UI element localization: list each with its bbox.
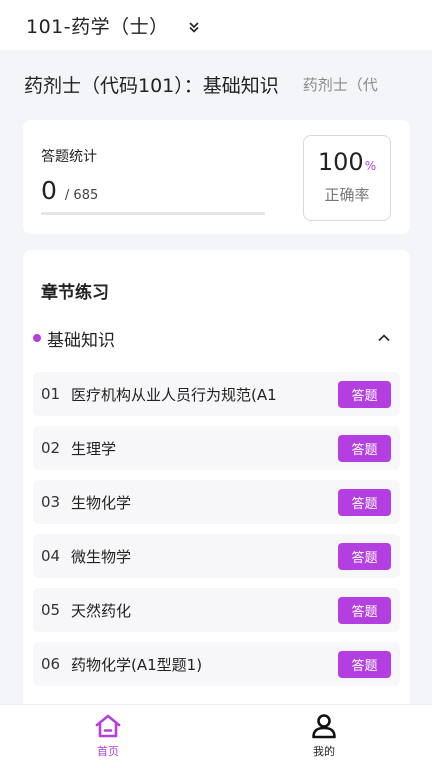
accuracy-value: 100%	[317, 148, 377, 176]
accuracy-unit: %	[364, 159, 377, 173]
answer-count: 0 / 685	[41, 176, 98, 205]
nav-home-label: 首页	[97, 745, 119, 758]
chapter-heading: 章节练习	[41, 283, 109, 303]
top-bar: 101-药学（士）	[0, 0, 432, 50]
nav-tab-mine[interactable]: 我的	[216, 705, 432, 768]
chapter-name: 生物化学	[71, 493, 132, 512]
chapter-name: 医疗机构从业人员行为规范(A1	[71, 385, 277, 404]
chapter-group-header[interactable]: 基础知识	[33, 326, 393, 351]
group-name: 基础知识	[47, 330, 115, 351]
nav-tab-home[interactable]: 首页	[0, 705, 216, 768]
chapter-index: 02	[41, 439, 61, 457]
answer-button[interactable]: 答题	[338, 543, 391, 570]
answer-button[interactable]: 答题	[338, 489, 391, 516]
accuracy-box: 100% 正确率	[303, 135, 391, 221]
chapter-name: 药物化学(A1型题1)	[71, 655, 203, 674]
subject-tab-active[interactable]: 药剂士（代码101）：基础知识	[24, 71, 279, 98]
chapter-index: 03	[41, 493, 61, 511]
chapter-item[interactable]: 01 医疗机构从业人员行为规范(A1 答题	[33, 372, 400, 416]
chapter-name: 生理学	[71, 439, 117, 458]
answered-count: 0	[41, 176, 57, 205]
chapter-index: 05	[41, 601, 61, 619]
total-count: / 685	[64, 188, 99, 203]
chapter-item[interactable]: 06 药物化学(A1型题1) 答题	[33, 642, 400, 686]
chevron-up-icon[interactable]	[377, 331, 391, 345]
group-dot	[33, 334, 41, 342]
double-chevron-down-icon[interactable]	[187, 20, 201, 34]
nav-mine-label: 我的	[313, 745, 335, 758]
chapter-index: 01	[41, 385, 61, 403]
chapter-item[interactable]: 02 生理学 答题	[33, 426, 400, 470]
answer-button[interactable]: 答题	[338, 651, 391, 678]
answer-button[interactable]: 答题	[338, 597, 391, 624]
answer-button[interactable]: 答题	[338, 435, 391, 462]
chapter-item[interactable]: 04 微生物学 答题	[33, 534, 400, 578]
chapter-practice-card: 章节练习 基础知识 01 医疗机构从业人员行为规范(A1 答题 02 生理学 答题 03 生物…	[23, 250, 410, 720]
exam-title[interactable]: 101-药学（士）	[26, 12, 169, 39]
chapter-index: 06	[41, 655, 61, 673]
subject-tabs: 药剂士（代码101）：基础知识 药剂士（代	[0, 50, 432, 118]
stats-label: 答题统计	[41, 149, 97, 165]
stats-card: 答题统计 0 / 685 100% 正确率	[23, 120, 410, 234]
user-icon	[312, 714, 336, 739]
chapter-name: 微生物学	[71, 547, 132, 566]
chapter-name: 天然药化	[71, 601, 132, 620]
accuracy-label: 正确率	[324, 186, 370, 204]
chapter-item[interactable]: 05 天然药化 答题	[33, 588, 400, 632]
bottom-nav: 首页 我的	[0, 704, 432, 768]
home-icon	[95, 714, 121, 738]
chapter-item[interactable]: 03 生物化学 答题	[33, 480, 400, 524]
subject-tab-next[interactable]: 药剂士（代	[303, 74, 378, 95]
chapter-list: 01 医疗机构从业人员行为规范(A1 答题 02 生理学 答题 03 生物化学 答题 04 微生物学…	[33, 372, 400, 696]
progress-bar	[41, 212, 265, 215]
answer-button[interactable]: 答题	[338, 381, 391, 408]
chapter-index: 04	[41, 547, 61, 565]
